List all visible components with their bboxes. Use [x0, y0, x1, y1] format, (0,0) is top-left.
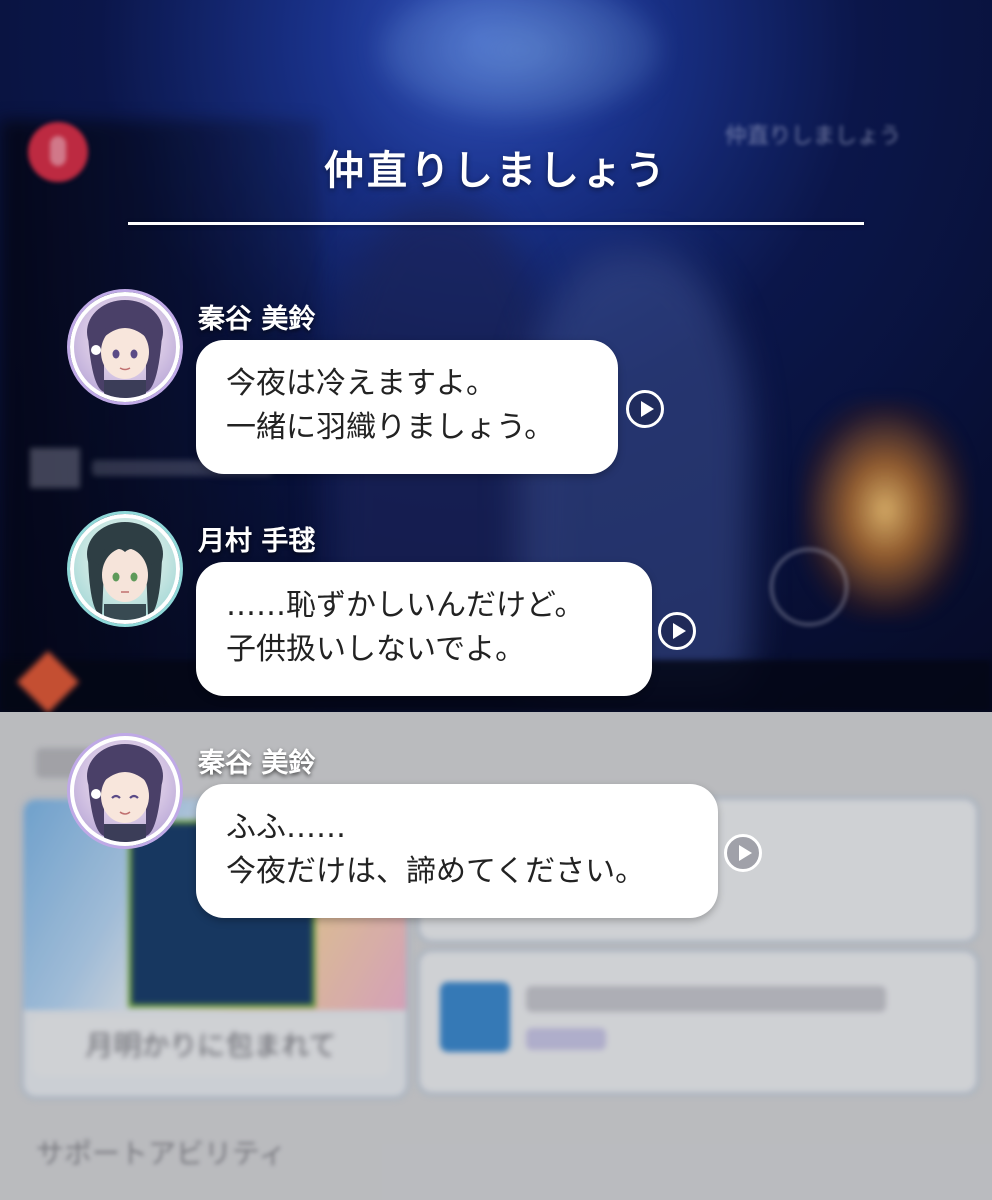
speaker-name: 秦谷 美鈴 — [198, 304, 316, 335]
dialog-title: 仲直りしましょう — [324, 148, 668, 194]
character-avatar-icon — [70, 514, 180, 624]
speech-line: ふふ…… — [226, 810, 346, 845]
speech-line: 今夜だけは、諦めてください。 — [226, 854, 646, 889]
play-icon — [673, 623, 686, 639]
speaker-name: 月村 手毬 — [198, 526, 316, 557]
speech-line: 今夜は冷えますよ。 — [226, 366, 496, 401]
title-divider — [128, 222, 864, 225]
speech-bubble: ふふ…… 今夜だけは、諦めてください。 — [196, 784, 718, 918]
play-icon — [641, 401, 654, 417]
speech-line: 一緒に羽織りましょう。 — [226, 410, 555, 445]
play-icon — [739, 845, 752, 861]
speech-line: ……恥ずかしいんだけど。 — [226, 588, 585, 623]
speech-bubble: 今夜は冷えますよ。 一緒に羽織りましょう。 — [196, 340, 618, 474]
play-voice-button[interactable] — [626, 390, 664, 428]
speech-bubble: ……恥ずかしいんだけど。 子供扱いしないでよ。 — [196, 562, 652, 696]
character-avatar-icon — [70, 736, 180, 846]
play-voice-button[interactable] — [658, 612, 696, 650]
play-voice-button[interactable] — [724, 834, 762, 872]
speech-line: 子供扱いしないでよ。 — [226, 632, 526, 667]
character-avatar-icon — [70, 292, 180, 402]
speaker-name: 秦谷 美鈴 — [198, 748, 316, 779]
